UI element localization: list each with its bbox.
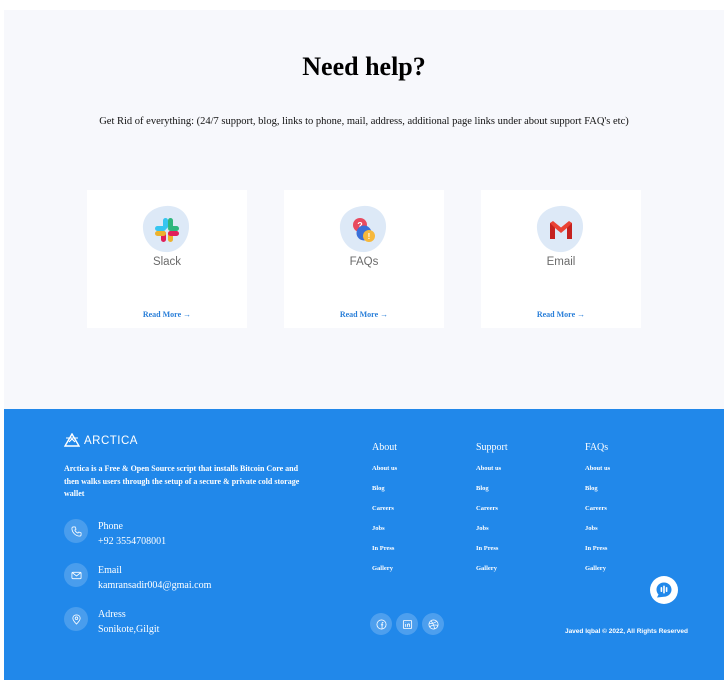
footer-link[interactable]: Careers [476,505,508,525]
footer-link[interactable]: Blog [476,485,508,505]
column-title: About [372,442,397,453]
footer-column-about: About About us Blog Careers Jobs In Pres… [372,442,397,585]
copyright-text: Javed Iqbal © 2022, All Rights Reserved [564,628,688,635]
contact-email[interactable]: Email kamransadir004@gmai.com [64,563,211,593]
slack-card[interactable]: Slack Read More → [87,190,247,328]
footer-column-faqs: FAQs About us Blog Careers Jobs In Press… [585,442,610,585]
footer-link[interactable]: Gallery [372,565,397,585]
read-more-link[interactable]: Read More → [481,310,641,319]
contact-value: +92 3554708001 [98,536,167,547]
faqs-card[interactable]: ? ! FAQs Read More → [284,190,444,328]
contact-phone[interactable]: Phone +92 3554708001 [64,519,166,549]
contact-label: Phone [98,521,123,532]
column-title: FAQs [585,442,609,453]
location-pin-icon [64,607,88,631]
footer-description: Arctica is a Free & Open Source script t… [64,464,300,498]
footer-link[interactable]: In Press [585,545,610,565]
card-label: Email [546,256,576,268]
brand-name: ARCTICA [84,434,138,447]
footer-link[interactable]: Careers [372,505,397,525]
chat-bubble-icon [656,582,672,598]
phone-icon [64,519,88,543]
social-links [370,613,444,635]
slack-logo-icon [155,218,179,242]
linkedin-icon[interactable] [396,613,418,635]
footer-link[interactable]: Jobs [476,525,508,545]
arrow-right-icon: → [577,310,586,319]
footer-link[interactable]: Blog [372,485,397,505]
footer-link[interactable]: In Press [476,545,508,565]
help-section: Need help? Get Rid of everything: (24/7 … [4,10,724,409]
help-subtitle: Get Rid of everything: (24/7 support, bl… [99,116,629,127]
footer-column-support: Support About us Blog Careers Jobs In Pr… [476,442,508,585]
footer-link[interactable]: Blog [585,485,610,505]
footer-link[interactable]: About us [372,465,397,485]
mail-icon [64,563,88,587]
svg-text:!: ! [368,232,371,241]
faq-bubbles-icon: ? ! [353,218,375,242]
card-label: FAQs [349,256,379,268]
footer-link[interactable]: Careers [585,505,610,525]
footer-link[interactable]: About us [476,465,508,485]
arrow-right-icon: → [380,310,389,319]
facebook-icon[interactable] [370,613,392,635]
card-label: Slack [152,256,182,268]
chat-widget-button[interactable] [650,576,678,604]
footer-link[interactable]: Gallery [476,565,508,585]
read-more-link[interactable]: Read More → [87,310,247,319]
column-title: Support [476,442,508,453]
brand-logo[interactable]: ARCTICA [64,433,138,448]
footer-link[interactable]: Jobs [585,525,610,545]
footer-link[interactable]: Gallery [585,565,610,585]
contact-value: kamransadir004@gmai.com [98,580,212,591]
contact-address[interactable]: Adress Sonikote,Gilgit [64,607,159,637]
arctica-logo-icon [64,433,80,447]
contact-label: Email [98,565,122,576]
footer-link[interactable]: In Press [372,545,397,565]
footer-link[interactable]: About us [585,465,610,485]
read-more-link[interactable]: Read More → [284,310,444,319]
contact-label: Adress [98,609,126,620]
dribbble-icon[interactable] [422,613,444,635]
footer-link[interactable]: Jobs [372,525,397,545]
help-title: Need help? [302,52,426,81]
email-card[interactable]: Email Read More → [481,190,641,328]
arrow-right-icon: → [183,310,192,319]
site-footer: ARCTICA Arctica is a Free & Open Source … [4,409,724,680]
contact-value: Sonikote,Gilgit [98,624,160,635]
gmail-logo-icon [550,221,572,239]
